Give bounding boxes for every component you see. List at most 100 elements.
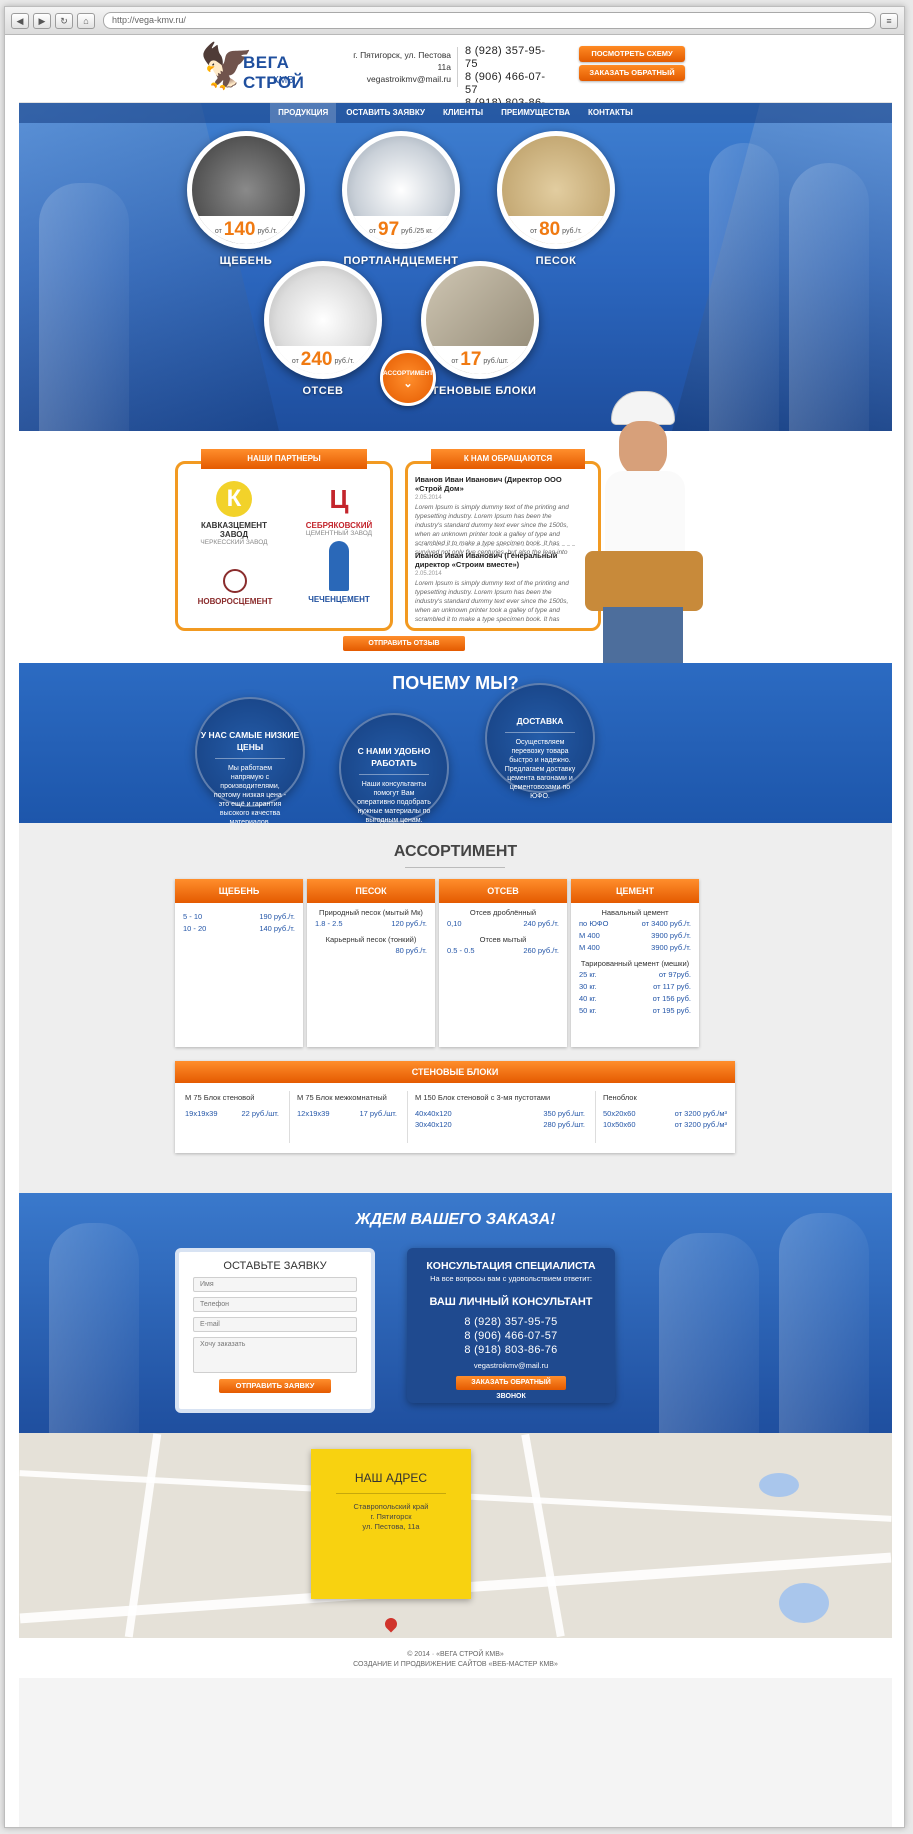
address-line: г. Пятигорск	[370, 1512, 412, 1521]
site-footer: © 2014 · «ВЕГА СТРОЙ КМВ» СОЗДАНИЕ И ПРО…	[19, 1638, 892, 1678]
product-wall-blocks[interactable]: от 17 руб./шт. СТЕНОВЫЕ БЛОКИ	[421, 261, 539, 397]
address-card: НАШ АДРЕС Ставропольский край г. Пятигор…	[311, 1449, 471, 1599]
block-group: М 150 Блок стеновой с 3-мя пустотами 40х…	[415, 1093, 585, 1130]
page: 🦅 ВЕГА СТРОЙ КМВ г. Пятигорск, ул. Песто…	[19, 35, 892, 1827]
address-line: Ставропольский край	[353, 1502, 429, 1511]
product-price: от 140 руб./т.	[192, 216, 300, 244]
consultant-panel: КОНСУЛЬТАЦИЯ СПЕЦИАЛИСТА На все вопросы …	[407, 1248, 615, 1403]
product-crushed-stone[interactable]: от 140 руб./т. ЩЕБЕНЬ	[187, 131, 305, 267]
nav-contacts[interactable]: КОНТАКТЫ	[580, 103, 641, 123]
address-line: ул. Пестова, 11а	[362, 1522, 420, 1531]
why-item-title: У НАС САМЫЕ НИЗКИЕ ЦЕНЫ	[200, 730, 300, 752]
subheading: Отсев дроблённый	[469, 908, 537, 917]
phone-field[interactable]: Телефон	[193, 1297, 357, 1312]
map-section[interactable]: НАШ АДРЕС Ставропольский край г. Пятигор…	[19, 1433, 892, 1638]
silo-background	[49, 1223, 139, 1433]
logo-sub: КМВ	[273, 75, 294, 86]
footer-developer[interactable]: СОЗДАНИЕ И ПРОДВИЖЕНИЕ САЙТОВ «ВЕБ-МАСТЕ…	[19, 1660, 892, 1670]
product-image: от 240 руб./т.	[264, 261, 382, 379]
review-date: 2.05.2014	[415, 495, 442, 501]
callback-button[interactable]: ЗАКАЗАТЬ ОБРАТНЫЙ ЗВОНОК	[579, 65, 685, 93]
consult-email[interactable]: vegastroikmv@mail.ru	[407, 1361, 615, 1370]
header-address: г. Пятигорск, ул. Пестова 11а	[353, 50, 451, 72]
nav-clients[interactable]: КЛИЕНТЫ	[435, 103, 491, 123]
partner-logo-icon: Ц	[329, 484, 349, 514]
phone: 8 (906) 466-07-57	[465, 71, 546, 96]
block-title: М 75 Блок стеновой	[185, 1093, 255, 1102]
block-group: Пеноблок 50х20х60 от 3200 руб./м³ 10х50х6…	[603, 1093, 727, 1130]
site-header: 🦅 ВЕГА СТРОЙ КМВ г. Пятигорск, ул. Песто…	[19, 35, 892, 122]
name-field[interactable]: Имя	[193, 1277, 357, 1292]
order-form: ОСТАВЬТЕ ЗАЯВКУ Имя Телефон E-mail Хочу …	[175, 1248, 375, 1413]
builder-woman-image	[579, 391, 709, 663]
review-text: Lorem Ipsum is simply dummy text of the …	[415, 504, 569, 556]
address-bar[interactable]: http://vega-kmv.ru/	[103, 12, 876, 29]
tanker-background	[39, 183, 129, 431]
why-item-text: Наши консультанты помогут Вам оперативно…	[357, 781, 431, 823]
why-item-title: ДОСТАВКА	[516, 716, 564, 726]
column-title: ЦЕМЕНТ	[571, 879, 699, 903]
order-textarea[interactable]: Хочу заказать	[193, 1337, 357, 1373]
partner-novoroscement[interactable]: НОВОРОСЦЕМЕНТ	[185, 569, 285, 606]
subheading: Отсев мытый	[479, 935, 527, 944]
why-item-text: Мы работаем напрямую с производителями, …	[213, 765, 287, 823]
callback-button[interactable]: ЗАКАЗАТЬ ОБРАТНЫЙ ЗВОНОК	[456, 1376, 566, 1400]
column-title: ОТСЕВ	[439, 879, 567, 903]
partners-title: НАШИ ПАРТНЕРЫ	[201, 449, 367, 469]
why-item-title: С НАМИ УДОБНО РАБОТАТЬ	[357, 746, 431, 768]
nav-advantages[interactable]: ПРЕИМУЩЕСТВА	[493, 103, 578, 123]
assortment-section: АССОРТИМЕНТ ЩЕБЕНЬ 5 - 10 190 руб./т. 10 …	[19, 823, 892, 1193]
review-author: Иванов Иван Иванович (Генеральный директ…	[415, 551, 558, 569]
form-title: ОСТАВЬТЕ ЗАЯВКУ	[223, 1260, 327, 1272]
order-section: ЖДЕМ ВАШЕГО ЗАКАЗА! ОСТАВЬТЕ ЗАЯВКУ Имя …	[19, 1193, 892, 1433]
review-text: Lorem Ipsum is simply dummy text of the …	[415, 580, 569, 623]
header-email[interactable]: vegastroikmv@mail.ru	[339, 73, 451, 85]
header-contacts: г. Пятигорск, ул. Пестова 11а vegastroik…	[339, 49, 451, 85]
logo[interactable]: 🦅 ВЕГА СТРОЙ КМВ	[199, 41, 329, 97]
consult-title: КОНСУЛЬТАЦИЯ СПЕЦИАЛИСТА	[426, 1260, 596, 1272]
why-item-delivery: ДОСТАВКА Осуществляем перевозку товара б…	[485, 683, 595, 800]
why-item-text: Осуществляем перевозку товара быстро и н…	[504, 739, 576, 800]
review-date: 2.05.2014	[415, 571, 442, 577]
product-cement[interactable]: от 97 руб./25 кг. ПОРТЛАНДЦЕМЕНТ	[342, 131, 460, 267]
price-row: 10х50х60 от 3200 руб./м³	[603, 1120, 727, 1129]
reviews-title: К НАМ ОБРАЩАЮТСЯ	[431, 449, 585, 469]
map-pin-icon[interactable]	[382, 1615, 400, 1633]
price-row: 12х19х39 17 руб./шт.	[297, 1109, 397, 1118]
silo-background	[789, 163, 869, 431]
send-review-button[interactable]: ОТПРАВИТЬ ОТЗЫВ	[343, 636, 465, 651]
consult-subtitle: На все вопросы вам с удовольствием ответ…	[430, 1274, 592, 1283]
product-sand[interactable]: от 80 руб./т. ПЕСОК	[497, 131, 615, 267]
partner-logo-icon	[223, 569, 247, 593]
subheading: Навальный цемент	[601, 908, 669, 917]
price-row: М 400 3900 руб./т.	[579, 931, 691, 940]
block-group: М 75 Блок стеновой 19х19х39 22 руб./шт.	[185, 1093, 279, 1119]
email-field[interactable]: E-mail	[193, 1317, 357, 1332]
subheading: Карьерный песок (тонкий)	[325, 935, 417, 944]
product-price: от 17 руб./шт.	[426, 346, 534, 374]
partner-sub: ЧЕРКЕССКИЙ ЗАВОД	[200, 539, 268, 546]
submit-order-button[interactable]: ОТПРАВИТЬ ЗАЯВКУ	[219, 1379, 331, 1393]
price-row: 40х40х120 350 руб./шт.	[415, 1109, 585, 1118]
assortment-button[interactable]: АССОРТИМЕНТ ⌄	[380, 350, 436, 406]
assortment-title: АССОРТИМЕНТ	[393, 843, 518, 860]
divider	[407, 1091, 408, 1143]
nav-order[interactable]: ОСТАВИТЬ ЗАЯВКУ	[338, 103, 433, 123]
back-icon[interactable]: ◀	[11, 12, 29, 29]
partner-kavkazcement[interactable]: К КАВКАЗЦЕМЕНТ ЗАВОД ЧЕРКЕССКИЙ ЗАВОД	[189, 481, 279, 546]
home-icon[interactable]: ⌂	[77, 12, 95, 29]
phone: 8 (918) 803-86-76	[464, 1344, 558, 1356]
nav-products[interactable]: ПРОДУКЦИЯ	[270, 103, 337, 123]
price-row: 0,10 240 руб./т.	[447, 919, 559, 928]
partner-sebryakovsky[interactable]: Ц СЕБРЯКОВСКИЙ ЦЕМЕНТНЫЙ ЗАВОД	[291, 481, 387, 537]
reload-icon[interactable]: ↻	[55, 12, 73, 29]
block-title: Пеноблок	[603, 1093, 637, 1102]
price-row: 5 - 10 190 руб./т.	[183, 912, 295, 921]
forward-icon[interactable]: ▶	[33, 12, 51, 29]
phone: 8 (928) 357-95-75	[464, 1316, 558, 1328]
product-screenings[interactable]: от 240 руб./т. ОТСЕВ	[264, 261, 382, 397]
price-row: 40 кг. от 156 руб.	[579, 994, 691, 1003]
menu-icon[interactable]: ≡	[880, 12, 898, 29]
view-map-button[interactable]: ПОСМОТРЕТЬ СХЕМУ ПРОЕЗДА	[579, 46, 685, 74]
partner-chechencement[interactable]: ЧЕЧЕНЦЕМЕНТ	[291, 541, 387, 604]
